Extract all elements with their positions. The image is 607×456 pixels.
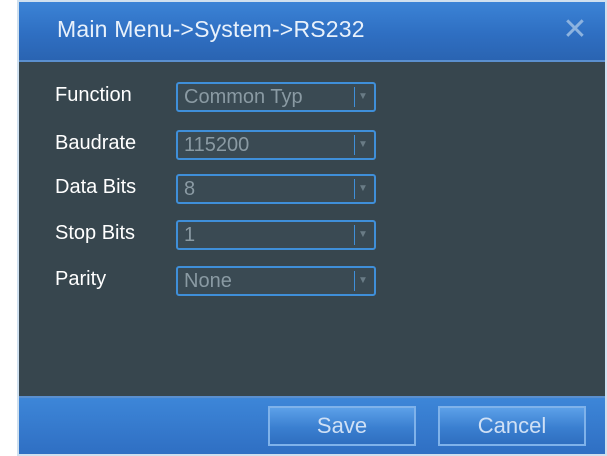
chevron-down-icon: ▼ bbox=[354, 179, 371, 199]
stop-bits-row: Stop Bits 1 ▼ bbox=[19, 220, 605, 254]
chevron-down-icon: ▼ bbox=[354, 271, 371, 291]
data-bits-value: 8 bbox=[184, 178, 196, 200]
title-bar: Main Menu->System->RS232 ✕ bbox=[19, 2, 605, 62]
footer-bar: Save Cancel bbox=[19, 396, 605, 454]
chevron-down-icon: ▼ bbox=[354, 225, 371, 245]
function-row: Function Common Typ ▼ bbox=[19, 82, 605, 116]
stop-bits-value: 1 bbox=[184, 224, 196, 246]
parity-label: Parity bbox=[55, 268, 107, 290]
data-bits-label: Data Bits bbox=[55, 176, 137, 198]
function-label: Function bbox=[55, 84, 132, 106]
baudrate-value: 115200 bbox=[184, 134, 250, 156]
parity-value: None bbox=[184, 270, 232, 292]
cancel-button[interactable]: Cancel bbox=[438, 406, 586, 446]
function-select[interactable]: Common Typ ▼ bbox=[176, 82, 376, 112]
screen: Main Menu->System->RS232 ✕ Function Comm… bbox=[0, 0, 607, 456]
chevron-down-icon: ▼ bbox=[354, 87, 371, 107]
stop-bits-select[interactable]: 1 ▼ bbox=[176, 220, 376, 250]
chevron-down-icon: ▼ bbox=[354, 135, 371, 155]
baudrate-row: Baudrate 115200 ▼ bbox=[19, 130, 605, 164]
save-button[interactable]: Save bbox=[268, 406, 416, 446]
stop-bits-label: Stop Bits bbox=[55, 222, 136, 244]
dialog-title: Main Menu->System->RS232 bbox=[57, 16, 365, 42]
data-bits-select[interactable]: 8 ▼ bbox=[176, 174, 376, 204]
rs232-dialog: Main Menu->System->RS232 ✕ Function Comm… bbox=[17, 0, 607, 456]
data-bits-row: Data Bits 8 ▼ bbox=[19, 174, 605, 208]
baudrate-label: Baudrate bbox=[55, 132, 137, 154]
function-value: Common Typ bbox=[184, 86, 303, 108]
baudrate-select[interactable]: 115200 ▼ bbox=[176, 130, 376, 160]
parity-select[interactable]: None ▼ bbox=[176, 266, 376, 296]
close-icon[interactable]: ✕ bbox=[561, 15, 589, 45]
parity-row: Parity None ▼ bbox=[19, 266, 605, 300]
